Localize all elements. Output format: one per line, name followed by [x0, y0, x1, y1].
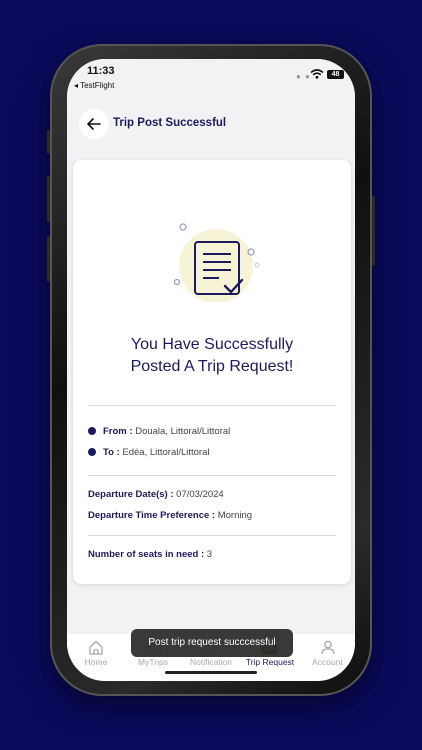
departure-time-value: Morning [215, 510, 253, 521]
status-bar: 11:33 ◂ TestFlight ● ● 48 [67, 59, 355, 95]
signal-icon: ● ● [296, 72, 311, 81]
to-label: To : [103, 447, 120, 458]
power-button [372, 196, 375, 266]
bullet-icon [88, 448, 96, 456]
success-card: You Have Successfully Posted A Trip Requ… [73, 160, 351, 584]
success-heading-line1: You Have Successfully [130, 336, 294, 353]
tab-account[interactable]: Account [300, 640, 355, 667]
to-value: Edéa, Littoral/Littoral [119, 447, 210, 458]
tab-label: Home [84, 657, 108, 667]
app-screen: 11:33 ◂ TestFlight ● ● 48 Trip Post Succ… [67, 59, 355, 681]
success-heading-line2: Posted A Trip Request! [130, 358, 294, 375]
trip-to-row: To : Edéa, Littoral/Littoral [88, 447, 210, 458]
departure-date-label: Departure Date(s) : [88, 489, 174, 500]
header: Trip Post Successful [67, 109, 355, 145]
tab-label: Notification [189, 657, 233, 667]
home-indicator[interactable] [165, 671, 257, 674]
home-icon [89, 640, 103, 655]
departure-time-label: Departure Time Preference : [88, 510, 216, 521]
divider [88, 535, 336, 536]
from-value: Douala, Littoral/Littoral [132, 426, 231, 437]
from-label: From : [103, 426, 133, 437]
user-icon [320, 640, 335, 655]
page-title: Trip Post Successful [113, 117, 227, 129]
tab-home[interactable]: Home [67, 640, 125, 667]
seats-row: Number of seats in need : 3 [88, 549, 212, 560]
toast-message: Post trip request succcessful [131, 629, 293, 657]
seats-value: 3 [204, 549, 213, 560]
mute-switch [47, 130, 50, 154]
divider [88, 405, 336, 406]
document-check-icon [173, 223, 260, 302]
departure-date-value: 07/03/2024 [173, 489, 224, 500]
departure-time-row: Departure Time Preference : Morning [88, 510, 252, 521]
back-button[interactable] [79, 109, 109, 139]
status-time: 11:33 [87, 65, 115, 77]
arrow-left-icon [87, 118, 101, 130]
back-to-testflight-link[interactable]: ◂ TestFlight [74, 81, 114, 90]
bullet-icon [88, 427, 96, 435]
volume-up-button [47, 176, 50, 222]
tab-label: Account [312, 657, 343, 667]
volume-down-button [47, 236, 50, 282]
success-heading: You Have Successfully Posted A Trip Requ… [73, 334, 351, 378]
battery-icon: 48 [327, 70, 344, 79]
tab-label: Trip Request [245, 657, 295, 667]
seats-label: Number of seats in need : [88, 549, 205, 560]
tab-label: MyTrips [138, 657, 168, 667]
wifi-icon [310, 69, 324, 79]
divider [88, 475, 336, 476]
trip-from-row: From : Douala, Littoral/Littoral [88, 426, 230, 437]
departure-date-row: Departure Date(s) : 07/03/2024 [88, 489, 224, 500]
